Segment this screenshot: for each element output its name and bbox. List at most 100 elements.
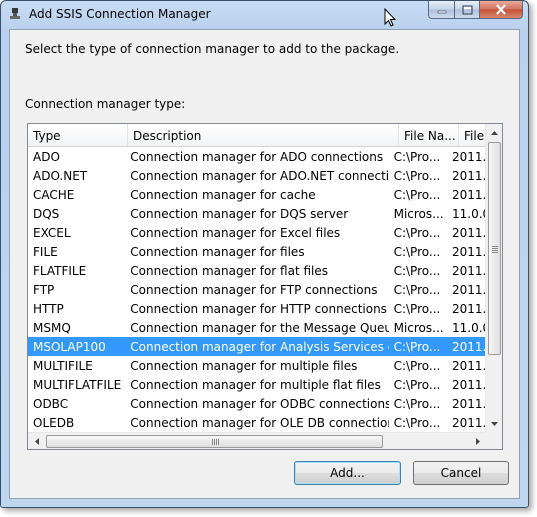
list-row-ado-net[interactable]: ADO.NET Connection manager for ADO.NET co… bbox=[28, 166, 486, 185]
row-file-version: 2011. bbox=[452, 339, 486, 354]
row-file-name: C:\Pro... bbox=[393, 244, 441, 259]
row-type: ADO.NET bbox=[33, 168, 88, 183]
row-file-version: 2011. bbox=[452, 149, 486, 164]
row-file-version: 2011. bbox=[452, 225, 486, 240]
list-row-ftp[interactable]: FTP Connection manager for FTP connection… bbox=[28, 280, 486, 299]
row-description: Connection manager for multiple files bbox=[130, 358, 358, 373]
list-row-file[interactable]: FILE Connection manager for files C:\Pro..… bbox=[28, 242, 486, 261]
close-icon bbox=[496, 4, 506, 15]
column-header-type[interactable]: Type bbox=[28, 124, 128, 146]
title-bar[interactable]: Add SSIS Connection Manager bbox=[1, 1, 528, 29]
row-file-name: C:\Pro... bbox=[393, 187, 441, 202]
cancel-button[interactable]: Cancel bbox=[413, 461, 509, 485]
row-file-version: 2011. bbox=[452, 396, 486, 411]
row-type: FTP bbox=[33, 282, 55, 297]
list-row-msmq[interactable]: MSMQ Connection manager for the Message Q… bbox=[28, 318, 486, 337]
list-row-dqs[interactable]: DQS Connection manager for DQS server Micr… bbox=[28, 204, 486, 223]
row-type: HTTP bbox=[33, 301, 64, 316]
row-file-version: 2011. bbox=[452, 282, 486, 297]
row-file-name: C:\Pro... bbox=[393, 339, 441, 354]
column-header-file-name[interactable]: File Na... bbox=[399, 124, 459, 146]
list-row-msolap100[interactable]: MSOLAP100 Connection manager for Analysis… bbox=[28, 337, 486, 356]
row-file-name: C:\Pro... bbox=[393, 263, 441, 278]
row-file-version: 2011. bbox=[452, 263, 486, 278]
add-button[interactable]: Add... bbox=[294, 461, 401, 485]
row-type: MULTIFLATFILE bbox=[33, 377, 122, 392]
maximize-button[interactable] bbox=[454, 1, 480, 19]
close-button[interactable] bbox=[480, 1, 523, 19]
list-label: Connection manager type: bbox=[25, 97, 186, 111]
window-title: Add SSIS Connection Manager bbox=[29, 7, 211, 21]
instruction-text: Select the type of connection manager to… bbox=[25, 42, 400, 56]
row-type: FILE bbox=[33, 244, 58, 259]
list-row-excel[interactable]: EXCEL Connection manager for Excel files C… bbox=[28, 223, 486, 242]
dialog-client-area: Select the type of connection manager to… bbox=[9, 29, 520, 499]
row-file-name: C:\Pro... bbox=[393, 282, 441, 297]
dialog-window: Add SSIS Connection Manager Select the t… bbox=[0, 0, 529, 508]
row-file-name: C:\Pro... bbox=[393, 358, 441, 373]
row-type: OLEDB bbox=[33, 415, 75, 430]
row-type: MSMQ bbox=[33, 320, 71, 335]
row-description: Connection manager for OLE DB connection… bbox=[130, 415, 389, 430]
row-description: Connection manager for HTTP connections bbox=[130, 301, 387, 316]
list-row-flatfile[interactable]: FLATFILE Connection manager for flat file… bbox=[28, 261, 486, 280]
ssis-app-icon bbox=[10, 8, 20, 19]
row-description: Connection manager for ODBC connections bbox=[130, 396, 389, 411]
row-type: FLATFILE bbox=[33, 263, 87, 278]
grip-icon bbox=[492, 246, 498, 253]
minimize-button[interactable] bbox=[428, 1, 454, 19]
row-file-version: 2011. bbox=[452, 187, 486, 202]
row-file-name: Micros... bbox=[393, 206, 444, 221]
row-description: Connection manager for DQS server bbox=[130, 206, 349, 221]
row-description: Connection manager for FTP connections bbox=[130, 282, 378, 297]
list-row-multiflatfile[interactable]: MULTIFLATFILE Connection manager for mult… bbox=[28, 375, 486, 394]
row-type: EXCEL bbox=[33, 225, 71, 240]
arrow-right-icon bbox=[475, 438, 480, 445]
row-type: DQS bbox=[33, 206, 60, 221]
scrollbar-corner bbox=[485, 432, 502, 449]
horizontal-scroll-thumb[interactable] bbox=[46, 435, 383, 448]
list-row-oledb[interactable]: OLEDB Connection manager for OLE DB conne… bbox=[28, 413, 486, 432]
maximize-icon bbox=[462, 5, 472, 14]
list-row-odbc[interactable]: ODBC Connection manager for ODBC connecti… bbox=[28, 394, 486, 413]
arrow-down-icon bbox=[491, 421, 498, 426]
row-file-version: 2011. bbox=[452, 168, 486, 183]
mouse-pointer-icon bbox=[384, 8, 396, 27]
scroll-down-button[interactable] bbox=[486, 415, 502, 432]
horizontal-scrollbar[interactable] bbox=[28, 432, 486, 449]
list-row-ado[interactable]: ADO Connection manager for ADO connection… bbox=[28, 147, 486, 166]
row-type: MSOLAP100 bbox=[33, 339, 106, 354]
list-rows: ADO Connection manager for ADO connection… bbox=[28, 147, 486, 432]
row-file-name: C:\Pro... bbox=[393, 377, 441, 392]
scroll-up-button[interactable] bbox=[486, 124, 502, 141]
row-file-name: C:\Pro... bbox=[393, 168, 441, 183]
vertical-scrollbar[interactable] bbox=[485, 124, 502, 432]
row-file-name: C:\Pro... bbox=[393, 415, 441, 430]
list-row-multifile[interactable]: MULTIFILE Connection manager for multiple… bbox=[28, 356, 486, 375]
list-row-cache[interactable]: CACHE Connection manager for cache C:\Pro.… bbox=[28, 185, 486, 204]
row-file-name: C:\Pro... bbox=[393, 149, 441, 164]
row-description: Connection manager for ADO.NET connectio… bbox=[130, 168, 389, 183]
scroll-left-button[interactable] bbox=[28, 433, 45, 449]
column-header-description[interactable]: Description bbox=[128, 124, 399, 146]
row-description: Connection manager for ADO connections bbox=[130, 149, 384, 164]
arrow-left-icon bbox=[34, 438, 39, 445]
list-row-http[interactable]: HTTP Connection manager for HTTP connecti… bbox=[28, 299, 486, 318]
column-header-file-version[interactable]: File V bbox=[459, 124, 486, 146]
row-file-name: C:\Pro... bbox=[393, 225, 441, 240]
row-type: ADO bbox=[33, 149, 60, 164]
row-description: Connection manager for Analysis Services… bbox=[130, 339, 388, 354]
row-file-version: 2011. bbox=[452, 358, 486, 373]
row-file-version: 2011. bbox=[452, 244, 486, 259]
vertical-scroll-thumb[interactable] bbox=[488, 142, 501, 355]
minimize-icon bbox=[437, 10, 446, 13]
row-description: Connection manager for multiple flat fil… bbox=[130, 377, 381, 392]
row-description: Connection manager for cache bbox=[130, 187, 316, 202]
row-type: MULTIFILE bbox=[33, 358, 93, 373]
scroll-right-button[interactable] bbox=[469, 433, 486, 449]
row-file-version: 2011. bbox=[452, 377, 486, 392]
row-description: Connection manager for files bbox=[130, 244, 305, 259]
row-file-version: 11.0.0 bbox=[452, 320, 486, 335]
row-description: Connection manager for Excel files bbox=[130, 225, 341, 240]
connection-type-list[interactable]: Type Description File Na... File V ADO Co… bbox=[27, 123, 503, 450]
